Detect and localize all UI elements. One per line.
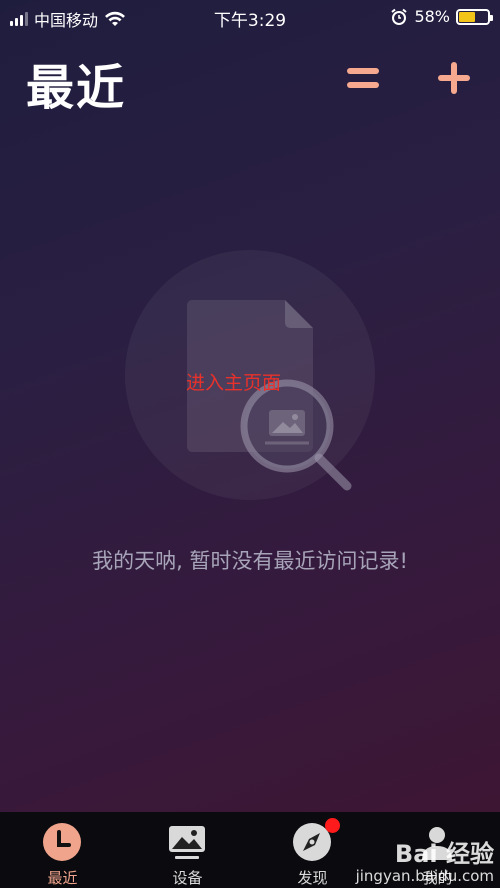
watermark-logo-text: Bai 经验 [394,840,494,869]
clock-icon [43,823,81,861]
watermark-url: jingyan.baidu.com [355,866,494,885]
alarm-icon [391,8,408,25]
enter-home-link[interactable]: 进入主页面 [186,368,281,395]
tab-recent[interactable]: 最近 [0,812,125,888]
menu-icon-bar-top [347,68,379,74]
add-button[interactable] [434,58,474,98]
page-title: 最近 [26,60,127,116]
discover-badge [325,818,340,833]
battery-percent: 58% [414,7,450,26]
battery-icon [456,8,493,25]
status-bar: 中国移动 下午3:29 58% [0,0,500,34]
watermark: Bai 经验 jingyan.baidu.com [356,841,494,884]
menu-button[interactable] [345,64,381,94]
tab-devices-label: 设备 [172,869,203,887]
empty-message: 我的天呐, 暂时没有最近访问记录! [92,549,408,573]
device-icon [169,826,205,859]
tab-devices[interactable]: 设备 [125,812,250,888]
plus-icon-vertical [451,62,457,94]
tab-recent-label: 最近 [47,869,78,887]
status-right: 58% [390,7,493,26]
menu-icon-bar-bottom [347,82,379,88]
